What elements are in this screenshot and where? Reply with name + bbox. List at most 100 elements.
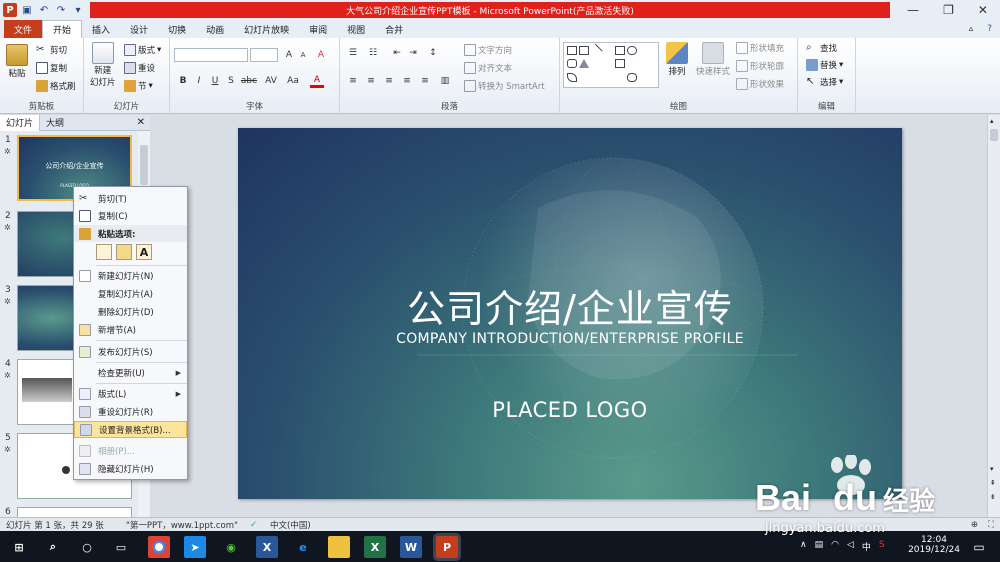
shape-oval-icon[interactable] [627,46,637,55]
arrange-button[interactable]: 排列 [666,42,688,77]
ime-indicator[interactable]: 中 [862,540,871,553]
shape-triangle-icon[interactable] [579,59,589,68]
smartart-button[interactable]: 转换为 SmartArt [464,80,545,92]
shape-outline-button[interactable]: 形状轮廓 [736,60,784,72]
numbering-button[interactable]: ☷ [366,46,380,60]
find-button[interactable]: ⌕ 查找 [806,42,837,54]
customize-qat-icon[interactable]: ▾ [71,3,85,17]
xmind-icon[interactable]: X [256,536,278,558]
strikethrough-button[interactable]: abc [240,74,258,88]
menu-item-add-section[interactable]: 新增节(A) [74,321,187,338]
shape-textbox-icon[interactable] [567,46,577,55]
line-spacing-button[interactable]: ↕ [426,46,440,60]
shadow-button[interactable]: S [224,74,238,88]
sogou-icon[interactable]: S [879,540,885,553]
cut-button[interactable]: ✂ 剪切 [36,44,67,56]
search-icon[interactable]: ⌕ [42,536,64,558]
close-icon[interactable]: ✕ [978,3,988,17]
feishu-icon[interactable]: ➤ [184,536,206,558]
paste-button[interactable]: 粘贴 [6,44,28,79]
font-name-combo[interactable] [174,48,248,62]
select-button[interactable]: ↖ 选择 ▾ [806,76,843,88]
increase-indent-button[interactable]: ⇥ [406,46,420,60]
menu-item-copy[interactable]: 复制(C) [74,207,187,224]
shape-arrow-icon[interactable] [615,59,625,68]
slide-logo-text[interactable]: PLACED LOGO [238,398,902,422]
paste-text-only-icon[interactable]: A [136,244,152,260]
pane-close-icon[interactable]: ✕ [137,117,150,128]
tray-chevron-icon[interactable]: ∧ [800,540,807,553]
wechat-icon[interactable]: ◉ [220,536,242,558]
main-vertical-scrollbar[interactable]: ▴ ▾ ⇞ ⇟ [987,115,1000,517]
new-slide-button[interactable]: 新建 幻灯片 [90,42,116,88]
fit-window-icon[interactable]: ⛶ [982,520,1000,530]
shape-curve-icon[interactable] [567,73,577,82]
powerpoint-icon[interactable]: P [3,3,17,17]
menu-item-check-updates[interactable]: 检查更新(U) ▶ [74,364,187,381]
menu-item-new-slide[interactable]: 新建幻灯片(N) [74,267,187,284]
tab-merge[interactable]: 合并 [375,20,413,38]
shape-effects-button[interactable]: 形状效果 [736,78,784,90]
align-text-button[interactable]: 对齐文本 [464,62,512,74]
bold-button[interactable]: B [176,74,190,88]
align-left-button[interactable]: ≡ [346,74,360,88]
tab-transitions[interactable]: 切换 [158,20,196,38]
ribbon-minimize-icon[interactable]: ▵ [963,20,980,38]
tab-outline[interactable]: 大纲 [40,116,70,129]
redo-icon[interactable]: ↷ [54,3,68,17]
align-right-button[interactable]: ≡ [382,74,396,88]
slide-title[interactable]: 公司介绍/企业宣传 [238,278,902,333]
underline-button[interactable]: U [208,74,222,88]
volume-icon[interactable]: ◁ [847,540,854,553]
scroll-thumb[interactable] [140,145,148,185]
word-icon[interactable]: W [400,536,422,558]
shape-brace-icon[interactable] [627,73,637,82]
justify-button[interactable]: ≡ [400,74,414,88]
replace-button[interactable]: 替换 ▾ [806,59,843,71]
spellcheck-icon[interactable]: ✓ [250,520,264,530]
menu-item-reset-slide[interactable]: 重设幻灯片(R) [74,403,187,420]
paste-keep-format-icon[interactable] [116,244,132,260]
menu-item-delete-slide[interactable]: 删除幻灯片(D) [74,303,187,320]
language-indicator[interactable]: 中文(中国) [264,519,334,531]
menu-item-format-background[interactable]: 设置背景格式(B)... [74,421,187,438]
edge-icon[interactable]: e [292,536,314,558]
zoom-in-icon[interactable]: ⊕ [967,520,982,530]
reset-button[interactable]: 重设 [124,62,155,74]
tab-design[interactable]: 设计 [120,20,158,38]
clear-format-button[interactable]: A [314,48,328,62]
network-icon[interactable]: ▤ [815,540,824,553]
menu-item-cut[interactable]: ✂ 剪切(T) [74,190,187,207]
format-painter-button[interactable]: 格式刷 [36,80,76,92]
paste-keep-theme-icon[interactable] [96,244,112,260]
scroll-up-icon[interactable]: ▴ [990,117,994,125]
scroll-down-icon[interactable]: ▾ [990,465,994,473]
shapes-gallery[interactable] [563,42,659,88]
notification-icon[interactable]: ▭ [968,536,990,558]
powerpoint-taskbar-icon[interactable]: P [436,536,458,558]
shrink-font-button[interactable]: A [296,48,310,62]
section-button[interactable]: 节 ▾ [124,80,153,92]
quick-styles-button[interactable]: 快速样式 [696,42,730,77]
tab-view[interactable]: 视图 [337,20,375,38]
excel-icon[interactable]: X [364,536,386,558]
shape-line-icon[interactable] [589,43,603,58]
distribute-button[interactable]: ≡ [418,74,432,88]
menu-item-photo-album[interactable]: 相册(P)... [74,442,187,459]
columns-button[interactable]: ▥ [438,74,452,88]
copy-button[interactable]: 复制 [36,62,67,74]
shape-roundrect-icon[interactable] [567,59,577,68]
prev-slide-icon[interactable]: ⇞ [990,479,996,487]
undo-icon[interactable]: ↶ [37,3,51,17]
windows-start-icon[interactable]: ⊞ [8,536,30,558]
menu-item-duplicate-slide[interactable]: 复制幻灯片(A) [74,285,187,302]
slide-subtitle[interactable]: COMPANY INTRODUCTION/ENTERPRISE PROFILE [238,331,902,347]
decrease-indent-button[interactable]: ⇤ [390,46,404,60]
tab-file[interactable]: 文件 [4,20,43,38]
shape-rect-icon[interactable] [615,46,625,55]
italic-button[interactable]: I [192,74,206,88]
task-view-icon[interactable]: ▭ [110,536,132,558]
change-case-button[interactable]: Aa [284,74,302,88]
tab-slideshow[interactable]: 幻灯片放映 [234,20,299,38]
thumbnail-slide-6[interactable]: 6 [0,507,138,517]
